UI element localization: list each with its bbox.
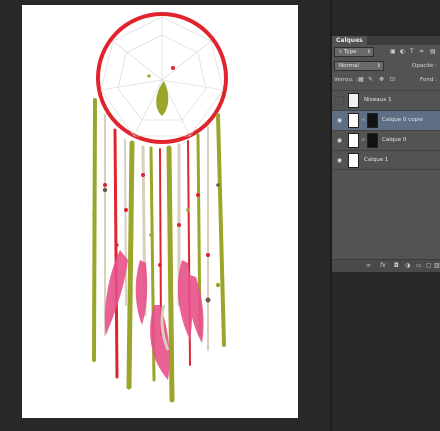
filter-row: ⌕ Type ⇕ ▣ ◐ T ⌗ ▤ — [332, 47, 440, 58]
blend-mode-select[interactable]: Normal ⇕ — [334, 61, 384, 71]
layer-calque-0-copie[interactable]: ◉ ∞ Calque 0 copie — [332, 110, 440, 130]
fx-icon[interactable]: fx — [380, 262, 386, 269]
link-icon[interactable]: ∞ — [361, 117, 365, 123]
canvas-area — [0, 0, 330, 431]
add-mask-icon[interactable]: ◘ — [394, 262, 399, 269]
fill-label[interactable]: Fond : — [420, 77, 437, 83]
layer-calque-0[interactable]: ◉ ∞ Calque 0 — [332, 130, 440, 150]
layer-thumbnail — [348, 93, 359, 108]
type-filter-icon[interactable]: T — [410, 48, 414, 56]
layer-name: Calque 1 — [364, 157, 389, 163]
layers-panel: Calques ⌕ Type ⇕ ▣ ◐ T ⌗ ▤ Normal ⇕ Opac… — [332, 36, 440, 272]
panel-footer: ∞ fx ◘ ◑ ▭ ▢ ▥ — [332, 259, 440, 272]
group-icon[interactable]: ▭ — [416, 262, 422, 269]
dreamcatcher-image — [92, 12, 228, 403]
filter-type-select[interactable]: ⌕ Type ⇕ — [334, 47, 374, 57]
tab-calques[interactable]: Calques — [332, 36, 367, 45]
layer-thumbnail — [348, 113, 359, 128]
blend-mode-value: Normal — [339, 63, 359, 69]
visibility-toggle[interactable] — [335, 96, 344, 105]
lock-move-icon[interactable]: ✥ — [379, 76, 384, 84]
link-icon[interactable]: ∞ — [361, 137, 365, 143]
lock-label: Verrou. : — [334, 77, 358, 83]
lock-transparent-icon[interactable]: ▦ — [358, 76, 364, 84]
blend-row: Normal ⇕ Opacité : — [332, 61, 440, 72]
layer-thumbnail — [348, 133, 359, 148]
new-layer-icon[interactable]: ▢ — [426, 262, 432, 269]
eye-icon[interactable]: ◉ — [335, 156, 344, 165]
filter-type-value: Type — [343, 49, 357, 55]
panel-tabbar: Calques — [332, 36, 440, 45]
layer-calque-1[interactable]: ◉ Calque 1 — [332, 150, 440, 170]
document-canvas[interactable] — [22, 5, 298, 418]
trash-icon[interactable]: ▥ — [434, 262, 440, 269]
layer-name: Calque 0 — [382, 137, 407, 143]
layer-name: Calque 0 copie — [382, 117, 423, 123]
layer-niveaux-1[interactable]: Niveaux 1 — [332, 90, 440, 110]
shape-filter-icon[interactable]: ⌗ — [420, 48, 423, 56]
lock-brush-icon[interactable]: ✎ — [368, 76, 373, 84]
eye-icon[interactable]: ◉ — [335, 116, 344, 125]
adjustment-filter-icon[interactable]: ◐ — [400, 48, 405, 56]
smart-object-filter-icon[interactable]: ▤ — [430, 48, 436, 56]
lock-row: Verrou. : ▦ ✎ ✥ ⊡ Fond : — [332, 75, 440, 86]
layer-mask-thumbnail[interactable] — [367, 133, 378, 148]
layer-thumbnail — [348, 153, 359, 168]
opacity-label[interactable]: Opacité : — [412, 63, 437, 69]
image-filter-icon[interactable]: ▣ — [390, 48, 396, 56]
adjustment-layer-icon[interactable]: ◑ — [405, 262, 410, 269]
layer-name: Niveaux 1 — [364, 97, 392, 103]
chevron-updown-icon: ⇕ — [376, 63, 381, 69]
link-layers-icon[interactable]: ∞ — [366, 262, 371, 269]
lock-all-icon[interactable]: ⊡ — [390, 76, 395, 84]
layer-mask-thumbnail[interactable] — [367, 113, 378, 128]
chevron-updown-icon: ⇕ — [366, 49, 371, 55]
eye-icon[interactable]: ◉ — [335, 136, 344, 145]
